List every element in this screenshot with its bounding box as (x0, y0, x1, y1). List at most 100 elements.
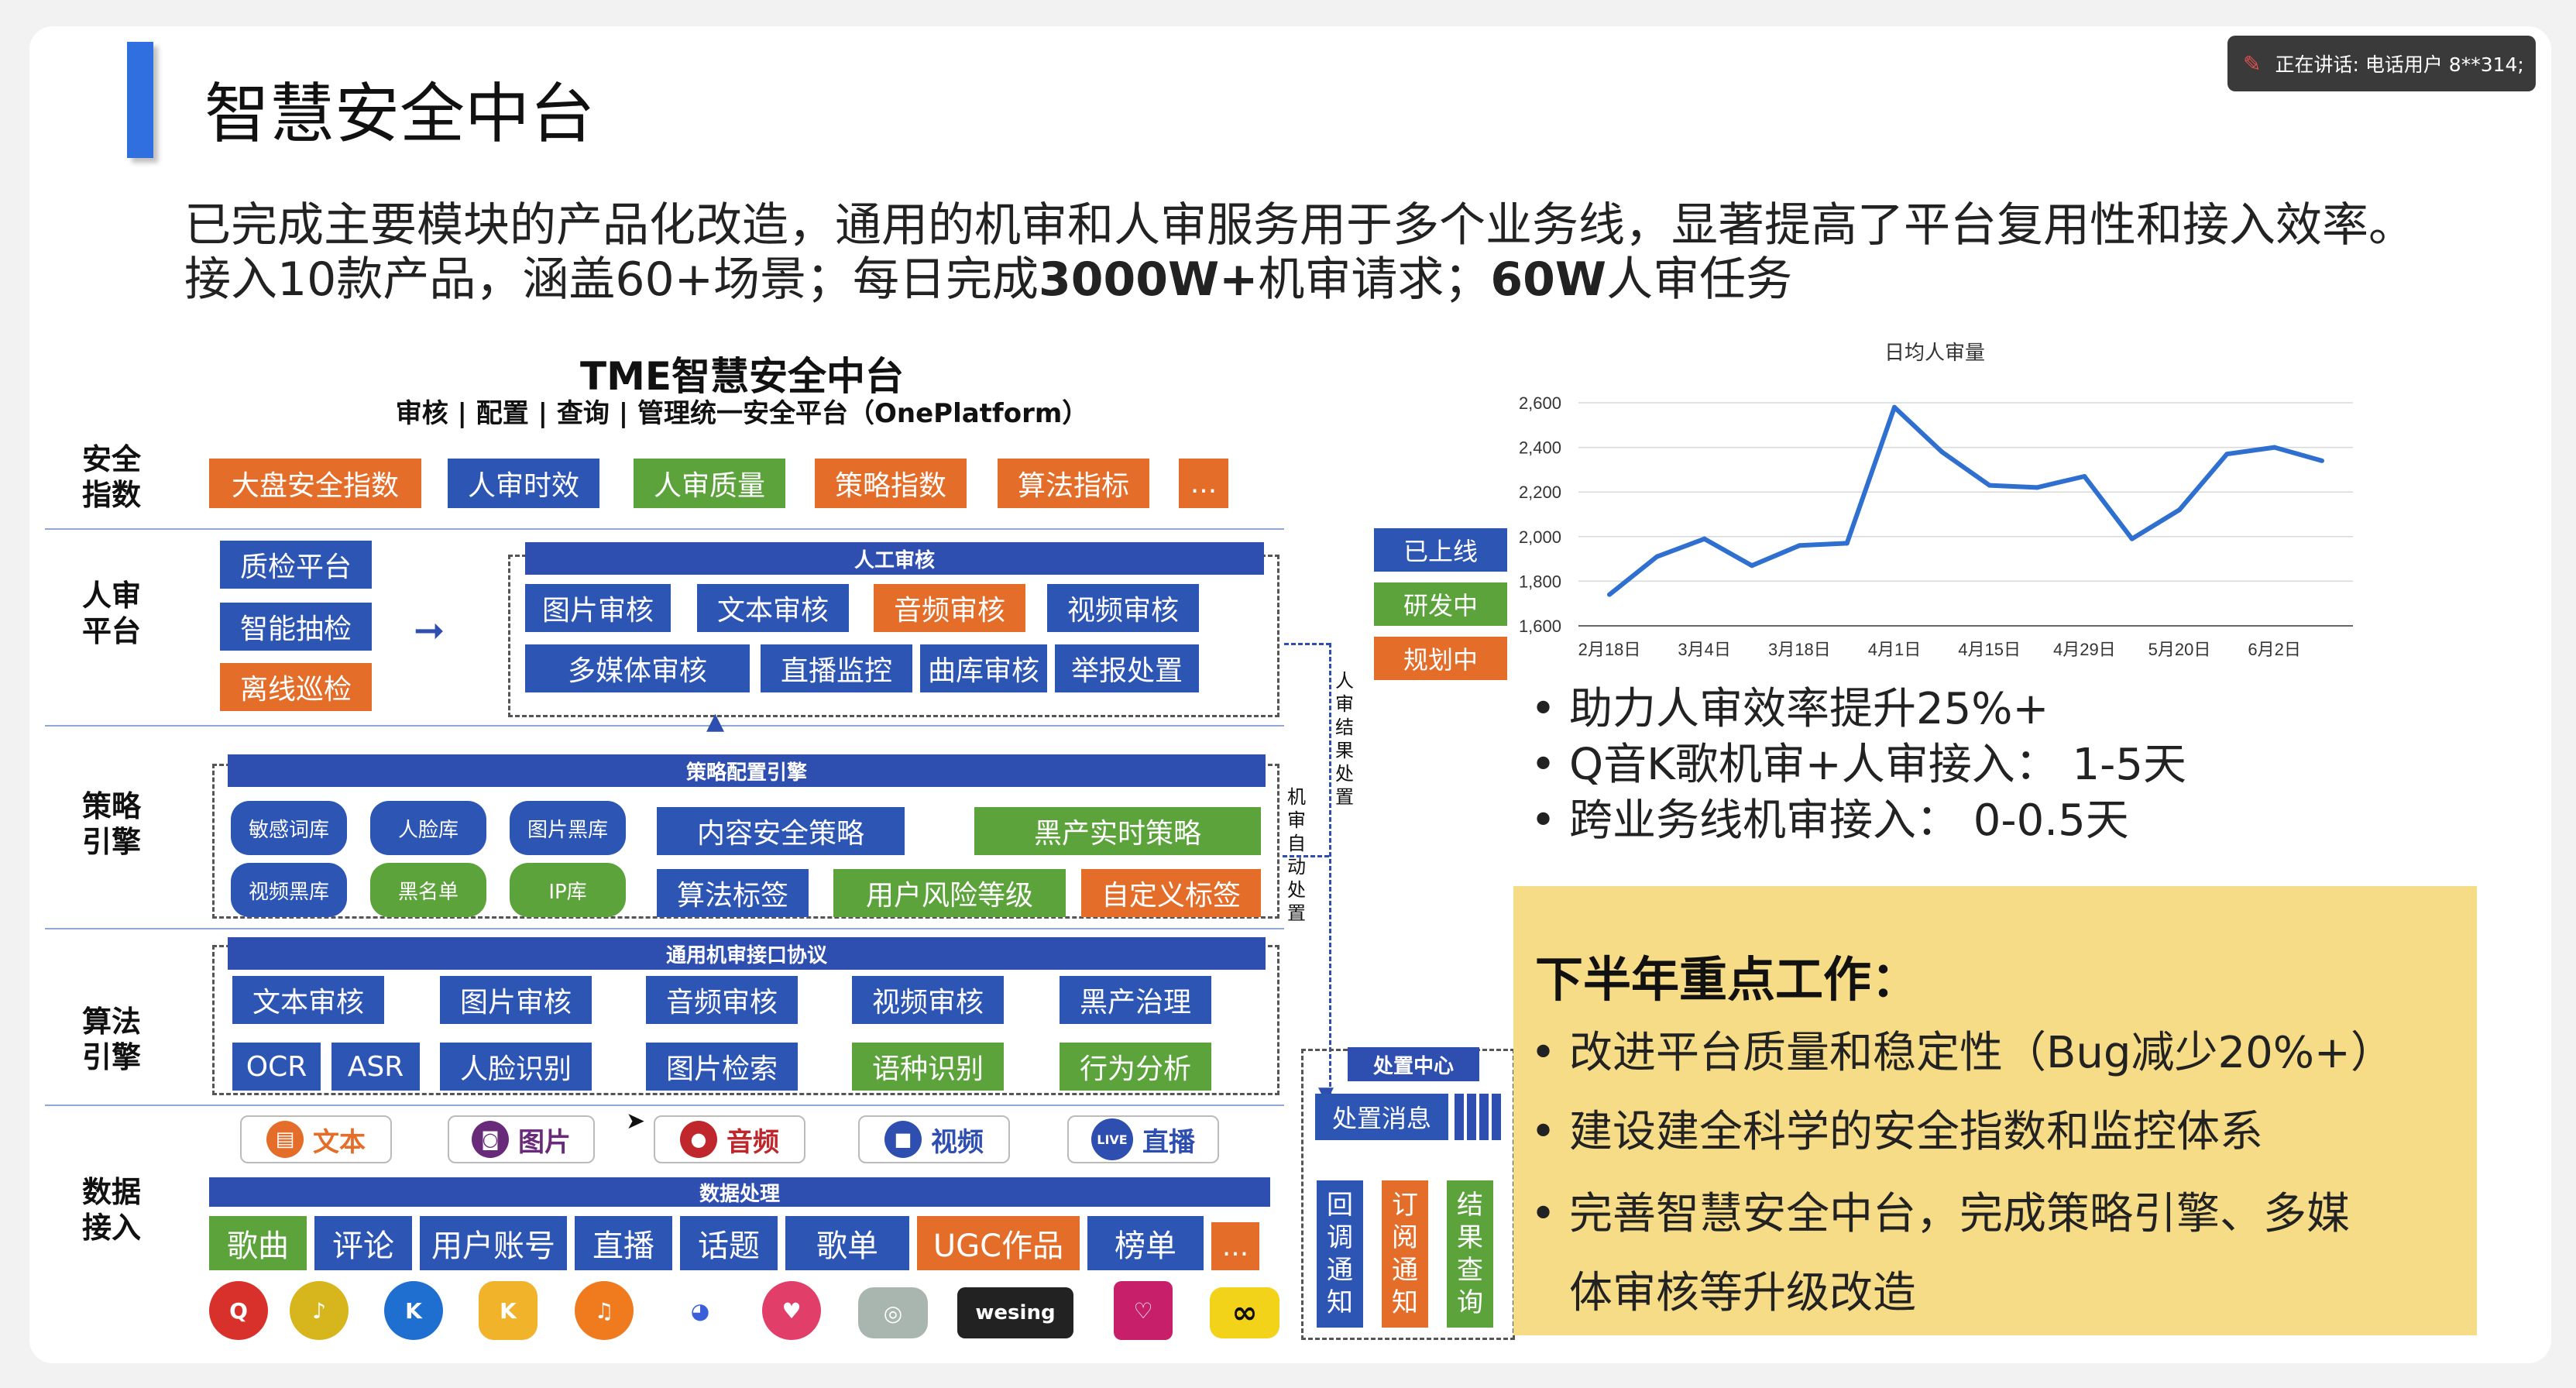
intro-bold-machine: 3000W+ (1038, 253, 1259, 307)
human-item: 文本审核 (697, 584, 849, 632)
strategy-lib: 视频黑库 (231, 863, 347, 917)
algo-item: 语种识别 (852, 1043, 1004, 1091)
kuwo-app-icon: K (384, 1281, 443, 1340)
algo-item: 图片审核 (440, 976, 592, 1024)
data-item: UGC作品 (917, 1216, 1080, 1270)
camera-icon: ◙ (472, 1121, 509, 1158)
algo-item: 人脸识别 (440, 1043, 592, 1091)
x-tick-label: 3月18日 (1768, 640, 1831, 659)
dispose-query: 结 果 查 询 (1447, 1180, 1493, 1328)
data-point (1797, 543, 1802, 548)
data-point (1939, 449, 1945, 455)
algo-band: 通用机审接口协议 (228, 937, 1266, 970)
human-item: 图片审核 (525, 584, 671, 632)
y-tick-label: 2,200 (1519, 483, 1561, 502)
bullet-text: Q音K歌机审+人审接入： 1-5天 (1569, 740, 2186, 790)
data-point (2272, 445, 2277, 450)
strategy-lib: 人脸库 (370, 801, 486, 855)
strategy-band: 策略配置引擎 (228, 754, 1266, 787)
algo-item: 图片检索 (646, 1043, 798, 1091)
bullet-text: 助力人审效率提升25%+ (1569, 684, 2049, 734)
lanren-app-icon: ♫ (575, 1281, 634, 1340)
plan-item-continued: 体审核等升级改造 (1530, 1258, 1916, 1321)
y-tick-label: 2,400 (1519, 438, 1561, 458)
data-item: 歌曲 (209, 1216, 307, 1270)
row-label-algo: 算法 引擎 (81, 1005, 141, 1074)
data-point (1844, 541, 1850, 546)
kugou-app-icon: ♪ (290, 1281, 349, 1340)
human-review-band: 人工审核 (525, 542, 1264, 575)
mic-muted-icon: ✎ (2243, 50, 2262, 77)
line-chart: 日均人审量 1,600 1,800 2,000 2,200 2,400 2,600 2月18日… (1519, 341, 2353, 659)
x-tick-label: 5月20日 (2148, 640, 2211, 659)
data-point (2082, 474, 2087, 479)
row-label-security: 安全 指数 (81, 442, 141, 512)
algo-item: 黑产治理 (1060, 976, 1211, 1024)
algo-item: 视频审核 (852, 976, 1004, 1024)
x-tick-label: 3月4日 (1678, 640, 1730, 659)
row-label-strategy: 策略 引擎 (81, 789, 141, 859)
x-tick-label: 4月15日 (1958, 640, 2021, 659)
data-point (2129, 536, 2135, 541)
security-item: 人审质量 (634, 459, 785, 508)
wesing-app-icon: wesing (957, 1287, 1073, 1338)
plan-panel: 下半年重点工作： • 改进平台质量和稳定性（Bug减少20%+） • 建设建全科学的… (1513, 886, 2477, 1335)
y-tick-label: 1,600 (1519, 617, 1561, 636)
row-label-data: 数据 接入 (81, 1175, 141, 1245)
arch-subtitle: 审核 | 配置 | 查询 | 管理统一安全平台（OnePlatform） (395, 398, 1089, 429)
human-item: 视频审核 (1047, 584, 1199, 632)
human-item: 直播监控 (761, 644, 912, 692)
row-divider (45, 928, 1284, 929)
human-left-item: 离线巡检 (220, 663, 372, 711)
data-point (2320, 458, 2324, 463)
algo-item: 文本审核 (232, 976, 384, 1024)
document-icon: ▤ (266, 1121, 304, 1158)
intro-text-c: 机审请求； (1258, 253, 1491, 307)
x-tick-label: 4月29日 (2053, 640, 2116, 659)
strategy-lib: 图片黑库 (510, 801, 626, 855)
media-label: 直播 (1142, 1126, 1195, 1158)
strategy-lib: IP库 (510, 863, 626, 917)
arrow-right-icon: ➞ (414, 609, 445, 652)
data-point (1607, 592, 1612, 597)
media-label: 文本 (313, 1126, 366, 1158)
video-camera-icon: ■ (884, 1121, 922, 1158)
dispose-msg-label: 处置消息 (1315, 1094, 1448, 1140)
queue-icon (1455, 1094, 1504, 1140)
media-video: ■ 视频 (858, 1115, 1010, 1163)
plan-item-text: 体审核等升级改造 (1569, 1268, 1916, 1318)
algo-item: OCR (232, 1043, 321, 1091)
row-divider (45, 725, 1284, 727)
human-item: 音频审核 (874, 584, 1025, 632)
kge-app-icon: K (479, 1281, 538, 1340)
data-item: 评论 (314, 1216, 412, 1270)
data-point (1654, 554, 1660, 559)
legend-planned: 规划中 (1374, 637, 1507, 680)
microphone-icon: ● (680, 1121, 717, 1158)
algo-item: 音频审核 (646, 976, 798, 1024)
plan-item: • 改进平台质量和稳定性（Bug减少20%+） (1530, 1028, 2394, 1078)
plan-item-text: 完善智慧安全中台，完成策略引擎、多媒 (1569, 1189, 2350, 1239)
dispose-callback: 回 调 通 知 (1317, 1180, 1363, 1328)
human-left-item: 质检平台 (220, 541, 372, 589)
video-color-ring-app-icon: ♡ (1114, 1281, 1173, 1340)
row-divider (45, 1105, 1284, 1106)
algo-item: ASR (331, 1043, 420, 1091)
security-item: ... (1179, 459, 1228, 508)
strategy-item: 黑产实时策略 (974, 807, 1261, 855)
row-divider (45, 528, 1284, 530)
x-tick-label: 6月2日 (2248, 640, 2300, 659)
strategy-item: 用户风险等级 (833, 869, 1066, 917)
data-point (2224, 452, 2230, 457)
legend-developing: 研发中 (1374, 582, 1507, 626)
dispose-subscribe: 订 阅 通 知 (1382, 1180, 1428, 1328)
data-point (1987, 483, 1992, 488)
chart-title: 日均人审量 (1884, 341, 1985, 364)
security-item: 策略指数 (815, 459, 967, 508)
row-label-human: 人审 平台 (81, 579, 141, 648)
data-item: 用户账号 (420, 1216, 567, 1270)
plan-title: 下半年重点工作： (1535, 951, 1920, 1008)
plan-item: • 完善智慧安全中台，完成策略引擎、多媒 (1530, 1189, 2350, 1239)
video-app-icon: ◎ (858, 1287, 928, 1338)
security-item: 人审时效 (448, 459, 599, 508)
